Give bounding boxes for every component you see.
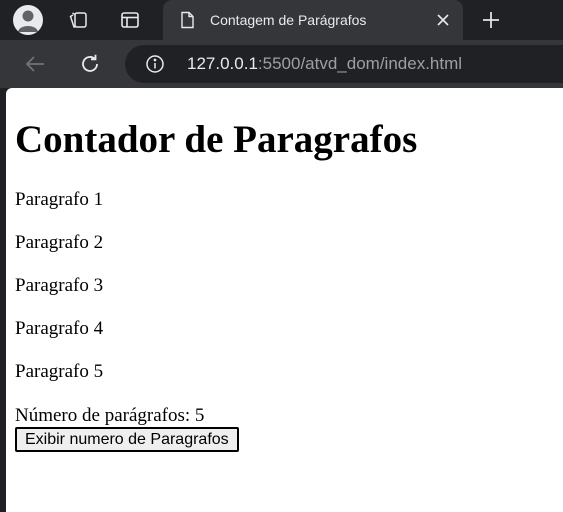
show-count-button[interactable]: Exibir numero de Paragrafos: [15, 427, 239, 452]
workspaces-icon: [69, 12, 87, 28]
url-text: 127.0.0.1:5500/atvd_dom/index.html: [187, 45, 462, 83]
active-tab[interactable]: Contagem de Parágrafos: [163, 0, 463, 40]
page-icon: [181, 11, 194, 29]
back-button[interactable]: [19, 48, 51, 80]
page-viewport: Contador de Paragrafos Paragrafo 1 Parag…: [6, 88, 563, 512]
tab-strip: Contagem de Parágrafos: [0, 0, 563, 40]
back-icon: [25, 56, 44, 72]
tab-actions-button[interactable]: [115, 5, 145, 35]
reload-button[interactable]: [74, 48, 106, 80]
paragraph-count: Número de parágrafos: 5: [15, 405, 205, 426]
paragraph: Paragrafo 1: [15, 189, 104, 210]
profile-button[interactable]: [13, 5, 43, 35]
toolbar: 127.0.0.1:5500/atvd_dom/index.html: [0, 40, 563, 88]
close-icon: [437, 14, 449, 26]
paragraph: Paragrafo 5: [15, 361, 104, 382]
reload-icon: [82, 54, 98, 72]
url-path: :5500/atvd_dom/index.html: [257, 54, 463, 73]
profile-icon: [13, 5, 43, 35]
paragraph: Paragrafo 2: [15, 232, 104, 253]
page-title: Contador de Paragrafos: [15, 118, 418, 161]
new-tab-icon: [483, 12, 499, 28]
close-tab-button[interactable]: [433, 10, 453, 30]
tab-actions-icon: [121, 12, 139, 28]
tab-title: Contagem de Parágrafos: [210, 12, 367, 28]
new-tab-button[interactable]: [476, 5, 506, 35]
paragraph: Paragrafo 4: [15, 318, 104, 339]
site-info-icon[interactable]: [145, 54, 165, 74]
url-host: 127.0.0.1: [187, 54, 258, 73]
address-bar[interactable]: 127.0.0.1:5500/atvd_dom/index.html: [125, 45, 563, 83]
paragraph: Paragrafo 3: [15, 275, 104, 296]
workspaces-button[interactable]: [63, 5, 93, 35]
